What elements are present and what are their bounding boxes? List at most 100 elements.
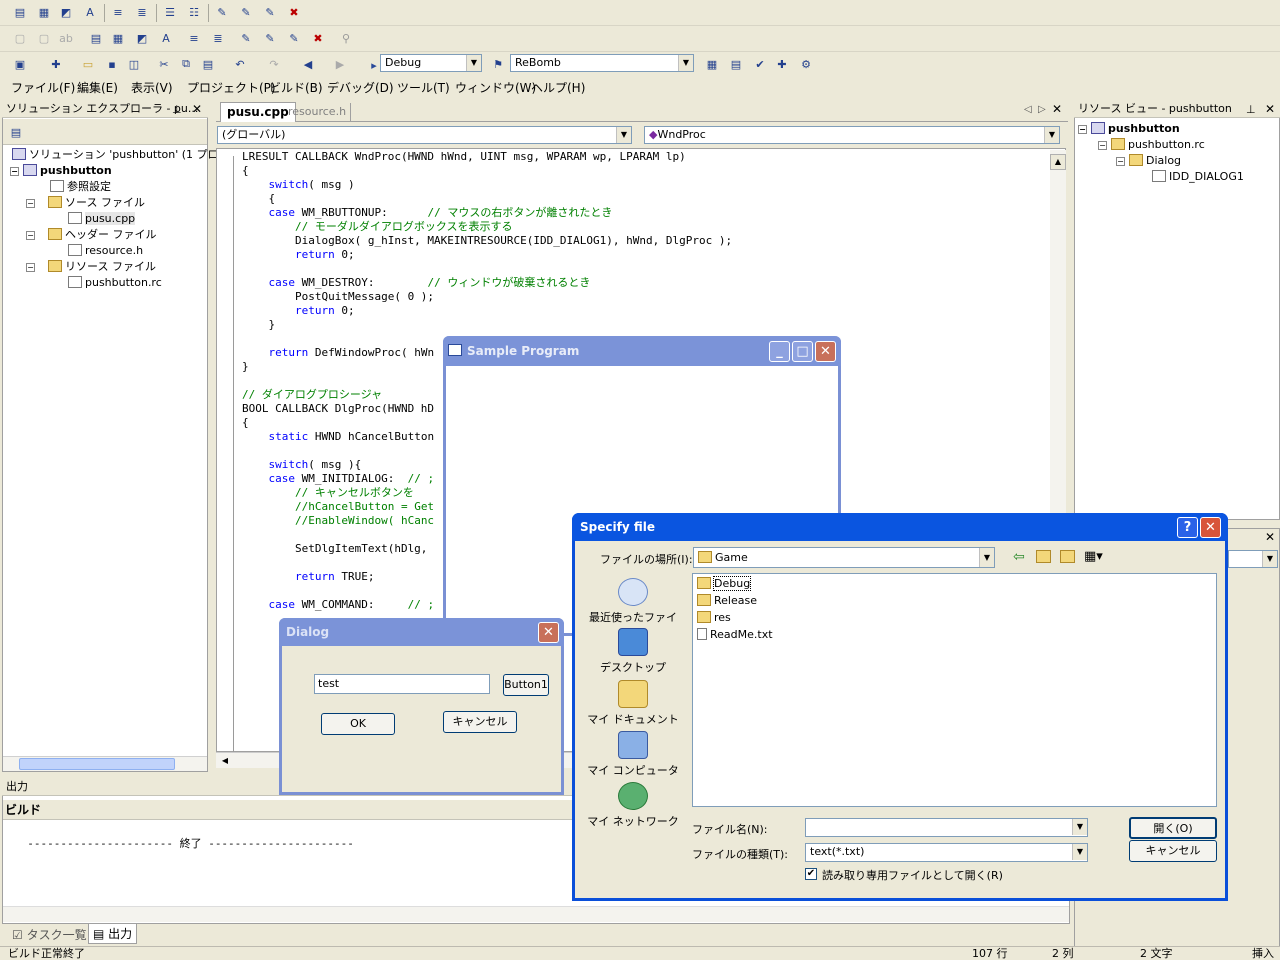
collapse-icon[interactable]: − <box>1078 125 1087 134</box>
toolbar-icon[interactable]: ≡ <box>110 4 126 20</box>
filetype-combo[interactable]: text(*.txt) ▼ <box>805 843 1088 862</box>
toolbar-icon[interactable]: ▤ <box>12 4 28 20</box>
tools-icon[interactable]: ✚ <box>774 56 790 72</box>
properties-icon[interactable]: ▤ <box>8 124 24 140</box>
menu-project[interactable]: プロジェクト(P) <box>187 80 276 96</box>
tab-scroll-right-icon[interactable]: ▷ <box>1038 104 1046 115</box>
collapse-icon[interactable]: − <box>26 199 35 208</box>
help-button[interactable]: ? <box>1177 517 1198 538</box>
collapse-icon[interactable]: − <box>26 263 35 272</box>
file-list[interactable] <box>692 573 1217 807</box>
button1[interactable]: Button1 <box>503 674 549 696</box>
toolbar-icon[interactable]: ✎ <box>214 4 230 20</box>
close-icon[interactable]: ✕ <box>1265 530 1275 544</box>
add-item-icon[interactable]: ✚ <box>48 56 64 72</box>
navigate-back-icon[interactable]: ◀ <box>300 56 316 72</box>
toolbar-icon[interactable]: ▦ <box>36 4 52 20</box>
menu-view[interactable]: 表示(V) <box>131 80 173 96</box>
options-icon[interactable]: ⚙ <box>798 56 814 72</box>
function-combo[interactable]: ◆WndProc ▼ <box>644 126 1060 144</box>
toolbar-icon[interactable]: ☷ <box>186 4 202 20</box>
toolbar-icon[interactable]: ▦ <box>110 30 126 46</box>
toolbar-icon[interactable]: ✖ <box>286 4 302 20</box>
toolbar-icon[interactable]: ✖ <box>310 30 326 46</box>
horizontal-scrollbar[interactable] <box>3 756 207 771</box>
toolbar-icon[interactable]: ✎ <box>262 30 278 46</box>
file-item-readme[interactable]: ReadMe.txt <box>697 627 773 643</box>
tab-scroll-left-icon[interactable]: ◁ <box>1024 104 1032 115</box>
file-item-release[interactable]: Release <box>697 593 757 609</box>
scope-combo[interactable]: (グローバル) ▼ <box>217 126 632 144</box>
tree-item-solution[interactable]: ソリューション 'pushbutton' (1 プロジェ <box>12 147 241 163</box>
resource-tree-item[interactable]: − pushbutton.rc <box>1098 137 1205 153</box>
collapse-icon[interactable]: − <box>26 231 35 240</box>
collapse-icon[interactable]: − <box>10 167 19 176</box>
properties-icon[interactable]: ▤ <box>728 56 744 72</box>
file-item-res[interactable]: res <box>697 610 731 626</box>
place-my-documents[interactable]: マイ ドキュメント <box>585 680 681 727</box>
tree-item-references[interactable]: 参照設定 <box>50 179 111 195</box>
toolbox-icon[interactable]: ✔ <box>752 56 768 72</box>
solution-explorer-icon[interactable]: ▦ <box>704 56 720 72</box>
tab-resource-h[interactable]: resource.h <box>284 103 352 121</box>
toolbar-icon[interactable]: ▢ <box>12 30 28 46</box>
tree-item-header-files[interactable]: − ヘッダー ファイル <box>26 227 157 243</box>
find-combo[interactable]: ReBomb ▼ <box>510 54 694 72</box>
close-icon[interactable]: ✕ <box>1052 102 1062 116</box>
maximize-button[interactable]: □ <box>792 341 813 362</box>
toolbar-icon[interactable]: ✎ <box>286 30 302 46</box>
tree-item-pushbutton-rc[interactable]: pushbutton.rc <box>68 275 162 291</box>
file-item-debug[interactable]: Debug <box>697 576 752 592</box>
toolbar-icon[interactable]: ✎ <box>262 4 278 20</box>
view-menu-icon[interactable]: ▦▾ <box>1084 549 1103 564</box>
new-folder-icon[interactable] <box>1060 550 1075 563</box>
tab-output[interactable]: ▤ 出力 <box>88 924 138 944</box>
collapse-icon[interactable]: − <box>1098 141 1107 150</box>
dialog-edit-field[interactable]: test <box>314 674 490 694</box>
ok-button[interactable]: OK <box>321 713 395 735</box>
scroll-left-icon[interactable]: ◀ <box>218 754 232 768</box>
menu-file[interactable]: ファイル(F) <box>11 80 75 96</box>
resource-tree-item[interactable]: − Dialog <box>1116 153 1181 169</box>
back-icon[interactable]: ⇦ <box>1013 549 1025 565</box>
new-project-icon[interactable]: ▣ <box>12 56 28 72</box>
resource-tree-item[interactable]: − pushbutton <box>1078 121 1180 137</box>
copy-icon[interactable]: ⧉ <box>178 56 194 72</box>
close-icon[interactable]: ✕ <box>192 102 202 116</box>
resource-tree-item[interactable]: IDD_DIALOG1 <box>1152 169 1244 185</box>
toolbar-icon[interactable]: A <box>82 4 98 20</box>
collapse-icon[interactable]: − <box>1116 157 1125 166</box>
redo-icon[interactable]: ↷ <box>266 56 282 72</box>
tab-task-list[interactable]: ☑ タスク一覧 <box>8 926 91 944</box>
tree-item-resource-files[interactable]: − リソース ファイル <box>26 259 156 275</box>
toolbar-icon[interactable]: ✎ <box>238 30 254 46</box>
toolbar-icon[interactable]: ☰ <box>162 4 178 20</box>
navigate-forward-icon[interactable]: ▶ <box>332 56 348 72</box>
tree-item-pusu-cpp[interactable]: pusu.cpp <box>68 211 136 227</box>
paste-icon[interactable]: ▤ <box>200 56 216 72</box>
toolbar-icon[interactable]: ▤ <box>88 30 104 46</box>
pin-icon[interactable]: ⊥ <box>1246 103 1256 116</box>
close-button[interactable]: ✕ <box>538 622 559 643</box>
filename-combo[interactable]: ▼ <box>805 818 1088 837</box>
tree-item-project[interactable]: − pushbutton <box>10 163 112 179</box>
close-icon[interactable]: ✕ <box>1265 102 1275 116</box>
toolbar-icon[interactable]: ≡ <box>186 30 202 46</box>
toolbar-icon[interactable]: ⚲ <box>338 30 354 46</box>
cancel-button[interactable]: キャンセル <box>1129 840 1217 862</box>
toolbar-icon[interactable]: ◩ <box>58 4 74 20</box>
scrollbar-thumb[interactable] <box>19 758 175 770</box>
toolbar-icon[interactable]: ab <box>58 30 74 46</box>
look-in-combo[interactable]: Game ▼ <box>693 547 995 568</box>
menu-help[interactable]: ヘルプ(H) <box>531 80 585 96</box>
configuration-combo[interactable]: Debug ▼ <box>380 54 482 72</box>
tree-item-resource-h[interactable]: resource.h <box>68 243 143 259</box>
find-in-files-icon[interactable]: ⚑ <box>490 56 506 72</box>
cancel-button[interactable]: キャンセル <box>443 711 517 733</box>
open-icon[interactable]: ▭ <box>80 56 96 72</box>
close-button[interactable]: ✕ <box>815 341 836 362</box>
output-horizontal-scrollbar[interactable] <box>3 906 1069 922</box>
properties-combo[interactable]: ▼ <box>1228 550 1278 568</box>
menu-debug[interactable]: デバッグ(D) <box>327 80 394 96</box>
menu-window[interactable]: ウィンドウ(W) <box>455 80 536 96</box>
